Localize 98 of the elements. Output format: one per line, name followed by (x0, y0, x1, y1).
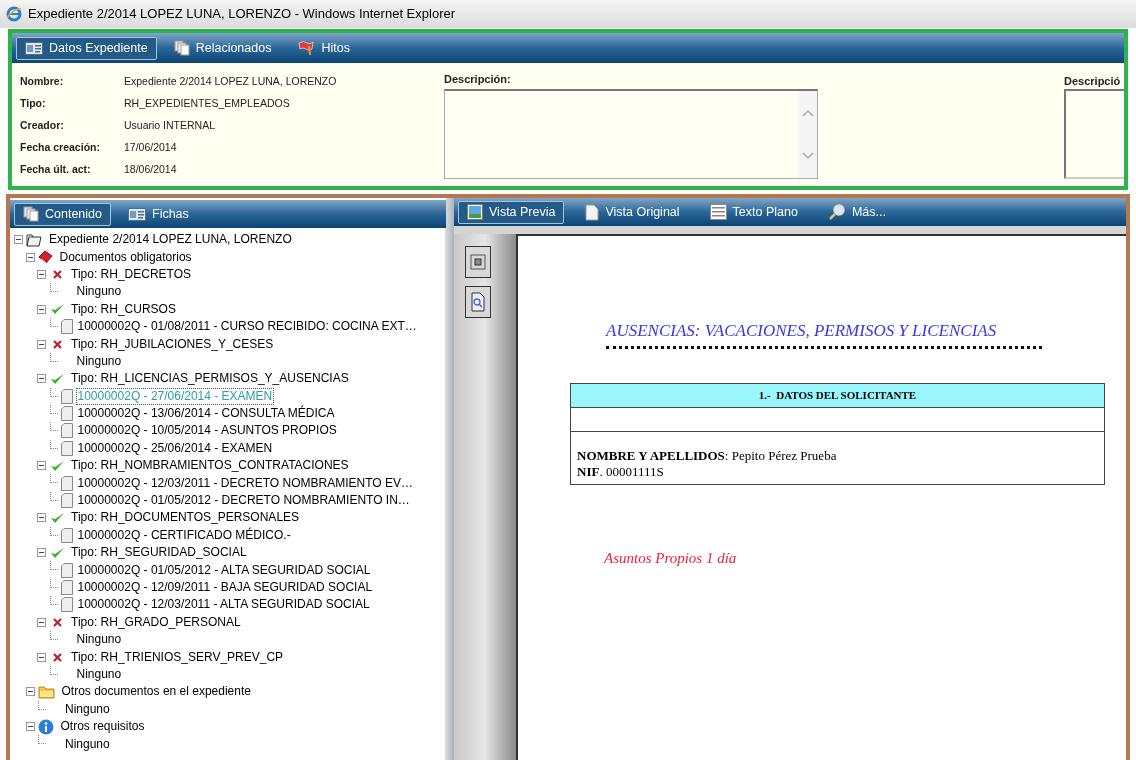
tree-item[interactable]: 10000002Q - 01/05/2012 - DECRETO NOMBRAMIENTO IN… (75, 492, 412, 510)
page-zoom-icon (470, 292, 486, 312)
document-icon (60, 406, 73, 422)
tree-item[interactable]: Tipo: RH_SEGURIDAD_SOCIAL (69, 544, 249, 562)
zoom-page-button[interactable] (465, 286, 491, 318)
folder-icon (37, 684, 55, 699)
tab[interactable]: Relacionados (164, 36, 281, 60)
tree-item[interactable]: Tipo: RH_DECRETOS (69, 265, 194, 283)
document-icon (60, 562, 73, 578)
tree-item[interactable]: Tipo: RH_DOCUMENTOS_PERSONALES (69, 509, 302, 527)
page-icon (585, 203, 600, 221)
document-title: AUSENCIAS: VACACIONES, PERMISOS Y LICENCIAS (606, 318, 1042, 349)
field-label: Tipo: (20, 96, 47, 112)
document-icon (60, 527, 73, 543)
collapse-toggle[interactable] (14, 235, 23, 245)
tab[interactable]: Vista Original (576, 200, 689, 224)
field-label: Creador: (20, 118, 65, 134)
tree-item[interactable]: 10000002Q - 12/09/2011 - BAJA SEGURIDAD SOCIAL (75, 579, 375, 596)
browser-icon (6, 6, 22, 22)
tree-item[interactable]: Tipo: RH_GRADO_PERSONAL (69, 613, 243, 631)
collapse-toggle[interactable] (37, 548, 46, 558)
description-field[interactable] (1064, 89, 1124, 179)
field-value: RH_EXPEDIENTES_EMPLEADOS (124, 96, 290, 112)
tree-item[interactable]: Ninguno (74, 631, 124, 649)
collapse-toggle[interactable] (25, 722, 35, 732)
window-title: Expediente 2/2014 LOPEZ LUNA, LORENZO - Windows Internet Explorer (28, 5, 456, 24)
field-label: Fecha creación: (20, 140, 101, 156)
tree-item[interactable]: 10000002Q - 01/05/2012 - ALTA SEGURIDAD SOCIAL (75, 561, 373, 579)
tree-item[interactable]: Documentos obligatorios (57, 248, 194, 266)
tab[interactable]: Más... (818, 200, 895, 224)
info-icon (37, 718, 54, 735)
field-value: Expediente 2/2014 LOPEZ LUNA, LORENZO (124, 74, 337, 90)
document-icon (60, 475, 73, 491)
tree-item[interactable]: Tipo: RH_CURSOS (69, 300, 178, 318)
card-icon (128, 207, 146, 221)
collapse-toggle[interactable] (37, 269, 46, 279)
field-label: Descripción: (444, 72, 512, 85)
tree-item[interactable]: Tipo: RH_LICENCIAS_PERMISOS_Y_AUSENCIAS (69, 370, 351, 388)
document-icon (60, 319, 73, 335)
document-icon (60, 440, 73, 456)
tree-item[interactable]: 10000002Q - 12/03/2011 - ALTA SEGURIDAD SOCIAL (75, 596, 372, 614)
tree-item[interactable]: 10000002Q - 10/05/2014 - ASUNTOS PROPIOS (75, 422, 339, 440)
text-lines-icon (709, 204, 727, 220)
fit-page-button[interactable] (465, 246, 491, 278)
tree-item[interactable]: Ninguno (63, 735, 112, 753)
pages-icon (23, 206, 39, 222)
field-label: Fecha últ. act: (20, 162, 92, 178)
collapse-toggle[interactable] (37, 461, 46, 471)
collapse-toggle[interactable] (37, 617, 46, 627)
fit-page-icon (469, 253, 487, 271)
tree-item[interactable]: Tipo: RH_TRIENIOS_SERV_PREV_CP (69, 648, 286, 666)
tree-item[interactable]: Tipo: RH_JUBILACIONES_Y_CESES (69, 335, 276, 353)
tab[interactable]: Datos Expediente (16, 36, 157, 60)
collapse-toggle[interactable] (25, 252, 35, 262)
pages-icon (173, 40, 190, 56)
tree-item[interactable]: 10000002Q - 25/06/2014 - EXAMEN (75, 439, 275, 457)
tree-item[interactable]: Ninguno (74, 352, 124, 370)
table-heading: 1.- DATOS DEL SOLICITANTE (571, 383, 1104, 408)
collapse-toggle[interactable] (25, 687, 35, 697)
tree-item[interactable]: Ninguno (63, 700, 112, 718)
field-label: Descripció (1064, 74, 1122, 87)
search-icon (827, 203, 846, 221)
collapse-toggle[interactable] (37, 339, 46, 349)
tab[interactable]: Fichas (119, 202, 198, 226)
field-label: Nombre: (20, 74, 65, 90)
document-icon (60, 388, 73, 404)
document-icon (60, 493, 73, 509)
field-value: 17/06/2014 (124, 140, 177, 156)
tree-item[interactable]: 10000002Q - 12/03/2011 - DECRETO NOMBRAMIENTO EV… (75, 474, 415, 492)
tab[interactable]: Vista Previa (458, 200, 565, 224)
tree-item[interactable]: 10000002Q - 01/08/2011 - CURSO RECIBIDO: COCINA EXT… (75, 318, 419, 336)
tree-item[interactable]: Otros documentos en el expediente (59, 683, 253, 701)
document-text: NOMBRE Y APELLIDOS: Pepito Pérez Prueba (577, 447, 838, 464)
collapse-toggle[interactable] (37, 374, 46, 384)
collapse-toggle[interactable] (37, 652, 46, 662)
image-icon (467, 204, 483, 220)
document-icon (60, 423, 73, 439)
tree-item[interactable]: Expediente 2/2014 LOPEZ LUNA, LORENZO (47, 231, 294, 249)
tree-item[interactable]: Tipo: RH_NOMBRAMIENTOS_CONTRATACIONES (69, 457, 351, 475)
tree-item[interactable]: 10000002Q - 13/06/2014 - CONSULTA MÉDICA (75, 405, 337, 423)
tab[interactable]: Texto Plano (700, 200, 807, 224)
document-icon (60, 580, 73, 595)
document-icon (60, 597, 73, 613)
field-value: 18/06/2014 (124, 162, 177, 178)
document-text: NIF. 00001111S (577, 463, 665, 480)
collapse-toggle[interactable] (37, 304, 46, 314)
collapse-toggle[interactable] (37, 513, 46, 523)
folder-icon (26, 232, 42, 247)
tree-item[interactable]: 10000002Q - CERTIFICADO MÉDICO.- (75, 526, 293, 544)
document-note: Asuntos Propios 1 día (604, 548, 738, 568)
tab[interactable]: Hitos (288, 36, 359, 60)
field-value: Usuario INTERNAL (124, 118, 216, 134)
tab[interactable]: Contenido (14, 202, 111, 226)
card-icon (25, 41, 43, 55)
tree-item[interactable]: Ninguno (74, 665, 124, 683)
tree-item[interactable]: Otros requisitos (58, 718, 147, 736)
flag-icon (297, 40, 316, 56)
tree-item[interactable]: Ninguno (74, 283, 124, 301)
